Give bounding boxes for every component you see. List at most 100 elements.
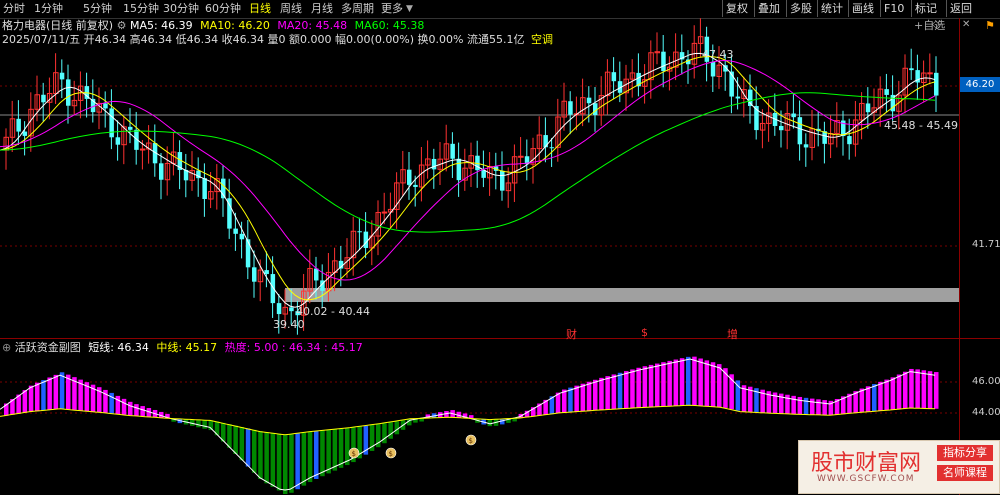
indicator-bar	[822, 400, 827, 415]
indicator-bar	[47, 377, 52, 410]
tab-more[interactable]: 更多	[381, 1, 403, 17]
indicator-bar	[710, 362, 716, 407]
indicator-bar	[115, 395, 121, 415]
tab-15min[interactable]: 15分钟	[123, 1, 159, 17]
indicator-bar	[903, 371, 908, 409]
candle-down	[103, 103, 108, 109]
indicator-bar	[301, 432, 307, 486]
indicator-bar	[332, 429, 338, 471]
indicator-bar	[307, 431, 313, 483]
indicator-bar	[853, 391, 858, 414]
candle-up	[927, 72, 933, 75]
candle-down	[586, 97, 592, 104]
candle-down	[363, 231, 369, 248]
candle-down	[543, 135, 548, 148]
indicator-bar	[258, 431, 263, 479]
tab-30min[interactable]: 30分钟	[163, 1, 199, 17]
indicator-bar	[927, 371, 933, 409]
indicator-bar	[667, 360, 672, 407]
candle-down	[109, 108, 114, 138]
stats-button[interactable]: 统计	[817, 0, 846, 17]
indicator-bar	[797, 396, 803, 415]
candle-down	[481, 170, 486, 178]
candle-down	[549, 147, 555, 149]
indicator-bar	[698, 358, 703, 406]
indicator-bar	[884, 379, 889, 411]
indicator-bar	[568, 387, 573, 413]
indicator-bar	[624, 371, 629, 409]
candle-down	[264, 270, 269, 275]
candle-down	[568, 101, 573, 115]
event-marker-dollar[interactable]: $	[641, 326, 648, 339]
tab-weekly[interactable]: 周线	[280, 1, 302, 17]
indicator-bar	[314, 431, 319, 479]
indicator-bar	[816, 399, 821, 415]
more-chevron-icon[interactable]: ▼	[406, 1, 413, 17]
indicator-bar	[642, 366, 648, 408]
mark-button[interactable]: 标记	[911, 0, 940, 17]
candle-up	[518, 155, 524, 158]
indicator-bar	[921, 370, 927, 409]
f10-button[interactable]: F10	[880, 0, 907, 17]
indicator-bar	[28, 385, 34, 412]
indicator-bar	[35, 382, 40, 412]
watermark-tag2: 名师课程	[937, 465, 993, 481]
gap-label: 40.02 - 40.44	[296, 305, 370, 318]
ind-tick-44: 44.00	[972, 407, 1000, 418]
svg-text:$: $	[389, 450, 393, 458]
indicator-bar	[679, 358, 685, 406]
candle-down	[159, 163, 164, 180]
indicator-bar	[289, 434, 294, 493]
overlay-button[interactable]: 叠加	[754, 0, 783, 17]
tab-fenshi[interactable]: 分时	[3, 1, 25, 17]
short-line	[0, 358, 936, 491]
candle-down	[41, 94, 46, 103]
close-icon[interactable]: ✕	[962, 19, 970, 30]
indicator-bar	[580, 383, 586, 412]
tab-multi-period[interactable]: 多周期	[341, 1, 374, 17]
candle-down	[450, 143, 455, 159]
candle-down	[803, 144, 809, 148]
indicator-bar	[320, 430, 325, 477]
tab-60min[interactable]: 60分钟	[205, 1, 241, 17]
indicator-bar	[605, 376, 610, 410]
fuquan-button[interactable]: 复权	[722, 0, 751, 17]
indicator-bar	[53, 374, 59, 410]
indicator-bar	[934, 372, 939, 409]
flag-icon[interactable]: ⚑	[985, 19, 995, 32]
candle-down	[270, 274, 276, 304]
watermark-logo: 股市财富网 指标分享 名师课程 WWW.GSCFW.COM	[798, 440, 1000, 494]
indicator-bar	[878, 381, 883, 411]
back-button[interactable]: 返回	[946, 0, 975, 17]
candle-up	[139, 148, 146, 151]
candle-down	[611, 72, 617, 82]
tab-1min[interactable]: 1分钟	[34, 1, 63, 17]
draw-button[interactable]: 画线	[848, 0, 877, 17]
tab-monthly[interactable]: 月线	[311, 1, 333, 17]
candle-down	[314, 268, 319, 281]
indicator-bar	[252, 429, 257, 473]
candle-down	[431, 158, 437, 170]
candle-down	[357, 231, 362, 233]
tab-daily[interactable]: 日线	[249, 1, 271, 17]
tab-5min[interactable]: 5分钟	[83, 1, 112, 17]
candle-down	[884, 89, 889, 95]
indicator-bar	[704, 360, 710, 407]
money-bag-icon: $	[385, 447, 397, 459]
candle-down	[128, 126, 133, 130]
candle-down	[245, 239, 251, 268]
candle-down	[66, 79, 71, 106]
gap-band	[285, 288, 960, 302]
current-price-tag: 46.20	[960, 77, 1000, 92]
indicator-bar	[388, 422, 393, 439]
indicator-bar	[270, 432, 276, 487]
indicator-bar	[655, 363, 660, 407]
candle-down	[22, 131, 28, 136]
svg-text:$: $	[469, 437, 473, 445]
multi-stock-button[interactable]: 多股	[786, 0, 815, 17]
panel-divider	[0, 338, 1000, 339]
indicator-bar	[617, 372, 623, 409]
indicator-bar	[264, 432, 269, 484]
indicator-bar	[686, 356, 691, 406]
indicator-bar	[196, 419, 201, 428]
